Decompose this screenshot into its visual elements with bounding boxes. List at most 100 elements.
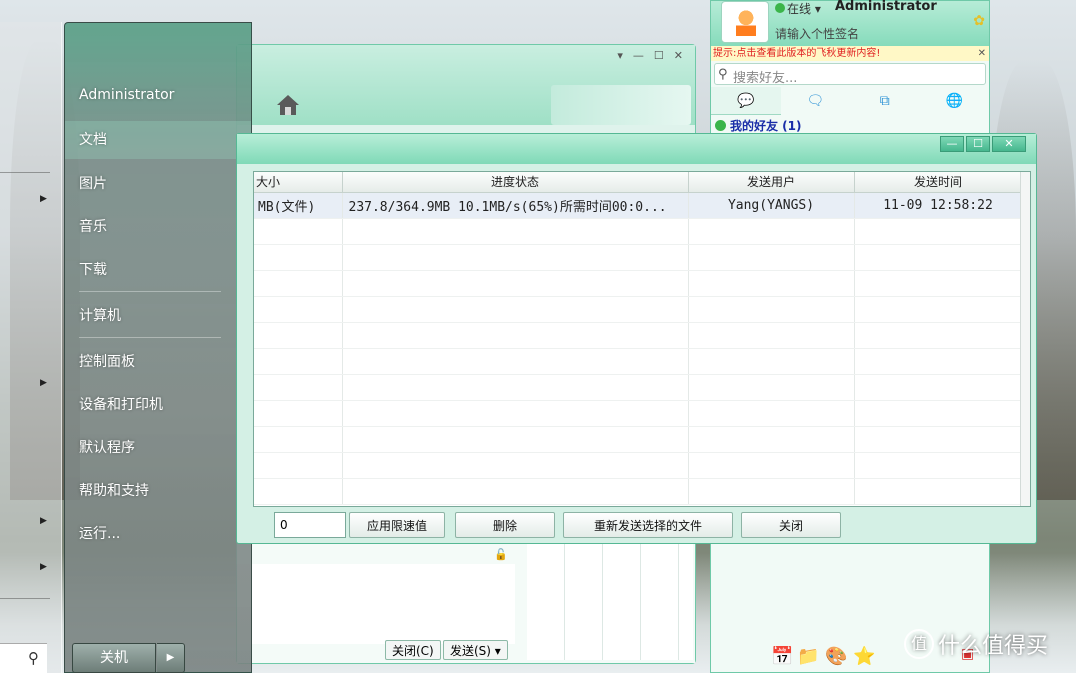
start-item-default-programs[interactable]: 默认程序 <box>79 437 135 457</box>
search-icon: ⚲ <box>718 67 728 82</box>
close-transfer-button[interactable]: 关闭 <box>741 512 841 538</box>
chat-bubble-icon: 💬 <box>737 92 755 109</box>
tab-web[interactable]: 🌐 <box>920 87 990 115</box>
column-header-sender[interactable]: 发送用户 <box>688 172 855 193</box>
table-row <box>254 400 1023 427</box>
table-row <box>254 296 1023 323</box>
profile-header: 在线 ▾ Administrator 请输入个性签名 ✿ <box>711 0 989 46</box>
home-icon[interactable] <box>275 93 301 117</box>
table-row <box>254 218 1023 245</box>
friend-group-row[interactable]: 我的好友 (1) <box>711 115 989 133</box>
table-row <box>254 322 1023 349</box>
tab-groups[interactable]: 🗨 <box>781 87 851 115</box>
watermark-badge: 值 <box>904 629 934 659</box>
table-row[interactable]: MB(文件) 237.8/364.9MB 10.1MB/s(65%)所需时间00… <box>254 192 1023 219</box>
divider <box>0 598 50 599</box>
dropdown-icon[interactable]: ▾ <box>617 49 623 62</box>
chat-close-button[interactable]: 关闭(C) <box>385 640 441 660</box>
star-icon[interactable]: ⭐ <box>853 646 875 667</box>
start-item-pictures[interactable]: 图片 <box>79 173 107 193</box>
avatar[interactable] <box>721 1 769 43</box>
expand-icon <box>715 120 726 131</box>
start-item-control-panel[interactable]: 控制面板 <box>79 351 135 371</box>
start-item-help[interactable]: 帮助和支持 <box>79 480 149 500</box>
submenu-arrow-icon[interactable]: ▶ <box>40 516 47 526</box>
delete-button[interactable]: 删除 <box>455 512 555 538</box>
tools-icon[interactable]: 🎨 <box>825 646 847 667</box>
submenu-arrow-icon[interactable]: ▶ <box>40 378 47 388</box>
watermark: 值 什么值得买 <box>904 628 1048 660</box>
transfer-list: 大小 进度状态 发送用户 发送时间 MB(文件) 237.8/364.9MB 1… <box>253 171 1031 507</box>
column-header-size[interactable]: 大小 <box>254 172 343 193</box>
column-header-progress[interactable]: 进度状态 <box>342 172 689 193</box>
minimize-button[interactable]: — <box>940 136 964 152</box>
shutdown-options-button[interactable]: ▶ <box>157 643 185 673</box>
maximize-button[interactable]: ☐ <box>966 136 990 152</box>
update-notice-text: 提示:点击查看此版本的飞秋更新内容! <box>713 48 881 59</box>
start-item-music[interactable]: 音乐 <box>79 216 107 236</box>
table-row <box>254 244 1023 271</box>
folder-icon[interactable]: 📁 <box>797 646 819 667</box>
divider <box>79 291 221 292</box>
tab-recent[interactable]: ⧉ <box>850 87 920 115</box>
tab-contacts[interactable]: 💬 <box>711 87 781 115</box>
user-name: Administrator <box>835 0 937 14</box>
group-chat-icon: 🗨 <box>806 93 825 109</box>
start-item-downloads[interactable]: 下载 <box>79 259 107 279</box>
calendar-icon[interactable]: 📅 <box>771 646 793 667</box>
cell-sender: Yang(YANGS) <box>688 192 855 219</box>
chat-compose-area: 🔓 关闭(C) 发送(S) ▾ <box>237 543 695 663</box>
table-row <box>254 270 1023 297</box>
friend-group-label: 我的好友 (1) <box>730 119 802 133</box>
resend-files-button[interactable]: 重新发送选择的文件 <box>563 512 733 538</box>
start-item-run[interactable]: 运行... <box>79 523 120 543</box>
vertical-scrollbar[interactable] <box>1020 172 1030 506</box>
table-row <box>254 452 1023 479</box>
start-item-documents[interactable]: 文档 <box>65 121 251 159</box>
chat-input[interactable] <box>237 564 515 644</box>
start-item-computer[interactable]: 计算机 <box>79 305 121 325</box>
status-label: 在线 <box>787 2 812 16</box>
table-header: 大小 进度状态 发送用户 发送时间 <box>254 172 1023 193</box>
table-row <box>254 374 1023 401</box>
chat-window-controls: ▾ — ☐ ✕ <box>617 49 683 62</box>
notice-close-icon[interactable]: ✕ <box>978 46 986 61</box>
update-notice[interactable]: 提示:点击查看此版本的飞秋更新内容! ✕ <box>711 46 989 61</box>
divider <box>0 172 50 173</box>
search-icon: ⚲ <box>28 649 39 667</box>
watermark-text: 什么值得买 <box>938 634 1049 659</box>
chat-banner <box>551 85 691 125</box>
shutdown-button[interactable]: 关机 <box>72 643 156 673</box>
minimize-icon[interactable]: — <box>633 49 644 62</box>
panel-tabs: 💬 🗨 ⧉ 🌐 <box>711 87 989 115</box>
lock-icon[interactable]: 🔓 <box>494 548 508 561</box>
table-row <box>254 426 1023 453</box>
transfer-table: 大小 进度状态 发送用户 发送时间 MB(文件) 237.8/364.9MB 1… <box>254 172 1023 505</box>
skin-icon[interactable]: ✿ <box>973 13 985 29</box>
table-row <box>254 478 1023 505</box>
close-button[interactable]: ✕ <box>992 136 1026 152</box>
friend-search-input[interactable]: ⚲ 搜索好友... <box>714 63 986 86</box>
start-item-user[interactable]: Administrator <box>79 87 174 103</box>
chat-send-label: 发送(S) <box>450 644 491 658</box>
apply-speed-limit-button[interactable]: 应用限速值 <box>349 512 445 538</box>
submenu-arrow-icon[interactable]: ▶ <box>40 194 47 204</box>
submenu-arrow-icon[interactable]: ▶ <box>40 562 47 572</box>
signature-input[interactable]: 请输入个性签名 <box>775 25 859 42</box>
speed-limit-input[interactable] <box>274 512 346 538</box>
column-header-time[interactable]: 发送时间 <box>854 172 1023 193</box>
cell-size: MB(文件) <box>254 192 343 219</box>
recent-icon: ⧉ <box>879 93 890 109</box>
browser-icon: 🌐 <box>945 93 963 109</box>
cell-progress: 237.8/364.9MB 10.1MB/s(65%)所需时间00:0... <box>342 192 689 219</box>
start-item-devices-printers[interactable]: 设备和打印机 <box>79 394 163 414</box>
maximize-icon[interactable]: ☐ <box>654 49 664 62</box>
close-icon[interactable]: ✕ <box>674 49 683 62</box>
start-search-input[interactable]: ⚲ <box>0 643 47 673</box>
status-selector[interactable]: 在线 ▾ <box>787 0 821 17</box>
transfer-actions: 应用限速值 删除 重新发送选择的文件 关闭 <box>237 512 1036 540</box>
file-transfer-titlebar[interactable]: — ☐ ✕ <box>237 134 1036 164</box>
cell-time: 11-09 12:58:22 <box>854 192 1023 219</box>
chat-send-button[interactable]: 发送(S) ▾ <box>443 640 508 660</box>
chat-window-header: ▾ — ☐ ✕ <box>237 45 695 125</box>
